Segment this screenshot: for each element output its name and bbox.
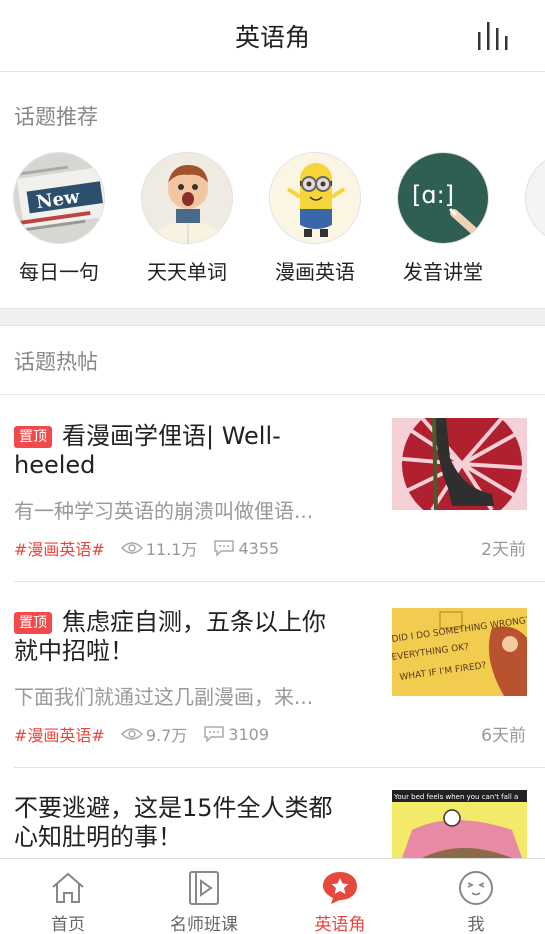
- divider: [14, 581, 545, 582]
- topic-item-comic-english[interactable]: 漫画英语: [259, 152, 371, 285]
- topic-tag[interactable]: #漫画英语#: [14, 722, 105, 746]
- post-thumbnail[interactable]: Your bed feels when you can't fall a: [392, 790, 527, 858]
- pinned-badge: 置顶: [14, 612, 52, 634]
- hot-posts-section-label: 话题热帖: [14, 350, 98, 374]
- divider: [14, 767, 545, 768]
- chat-star-icon: [323, 872, 357, 904]
- phonetic-chalkboard-image: [ɑ:]: [397, 152, 489, 244]
- topic-carousel[interactable]: New 每日一句 天天单词 漫画英语 [ɑ:] 发音讲堂: [0, 152, 545, 292]
- divider: [0, 394, 545, 395]
- post-desc: 有一种学习英语的崩溃叫做俚语...: [14, 499, 314, 523]
- post-thumbnail[interactable]: [392, 418, 527, 510]
- post-title[interactable]: 置顶 看漫画学俚语| Well-heeled: [14, 422, 334, 480]
- topic-item-daily-sentence[interactable]: New 每日一句: [3, 152, 115, 285]
- face-icon: [459, 871, 493, 905]
- video-play-icon: [189, 871, 219, 905]
- comment-icon: [204, 726, 225, 743]
- eye-icon: [120, 542, 143, 554]
- post-meta: #漫画英语# 11.1万 4355: [14, 536, 279, 560]
- topics-section-label: 话题推荐: [14, 105, 98, 129]
- section-divider: [0, 308, 545, 326]
- minion-image: [269, 152, 361, 244]
- image-caption: Your bed feels when you can't fall a: [393, 793, 518, 801]
- topic-item-partial[interactable]: 想: [515, 152, 545, 285]
- topic-item-pronunciation[interactable]: [ɑ:] 发音讲堂: [387, 152, 499, 285]
- post-time: 6天前: [481, 726, 526, 746]
- comment-icon: [214, 540, 235, 557]
- view-count: 11.1万: [120, 536, 197, 560]
- tab-english-corner[interactable]: 英语角: [272, 859, 408, 934]
- comment-count: 4355: [213, 539, 279, 558]
- boy-reading-image: [141, 152, 233, 244]
- view-count: 9.7万: [120, 722, 187, 746]
- post-thumbnail[interactable]: DID I DO SOMETHING WRONG? EVERYTHING OK?…: [392, 608, 527, 696]
- comment-count: 3109: [203, 725, 269, 744]
- bar-chart-icon[interactable]: [476, 20, 512, 50]
- post-title[interactable]: 不要逃避，这是15件全人类都心知肚明的事！: [14, 794, 334, 852]
- tab-teacher-classes[interactable]: 名师班课: [136, 859, 272, 934]
- tab-home[interactable]: 首页: [0, 859, 136, 934]
- post-time: 2天前: [481, 540, 526, 560]
- svg-text:[ɑ:]: [ɑ:]: [412, 181, 454, 209]
- eye-icon: [120, 728, 143, 740]
- newspaper-image: New: [13, 152, 105, 244]
- bottom-tab-bar: 首页 名师班课 英语角 我: [0, 858, 545, 934]
- partial-topic-image: [525, 152, 545, 244]
- home-icon: [52, 872, 84, 903]
- tab-me[interactable]: 我: [408, 859, 544, 934]
- app-header: 英语角: [0, 0, 545, 72]
- pinned-badge: 置顶: [14, 426, 52, 448]
- post-desc: 下面我们就通过这几副漫画，来...: [14, 685, 314, 709]
- post-title[interactable]: 置顶 焦虑症自测，五条以上你就中招啦！: [14, 608, 334, 666]
- page-title: 英语角: [234, 23, 310, 52]
- topic-item-daily-word[interactable]: 天天单词: [131, 152, 243, 285]
- topic-tag[interactable]: #漫画英语#: [14, 536, 105, 560]
- post-meta: #漫画英语# 9.7万 3109: [14, 722, 269, 746]
